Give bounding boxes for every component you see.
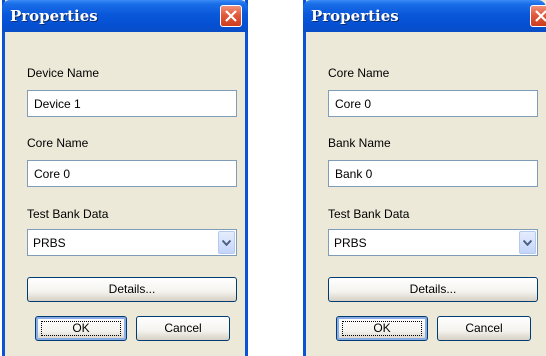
details-button[interactable]: Details... xyxy=(328,277,538,302)
title-bar[interactable]: Properties xyxy=(303,0,546,32)
core-name-label: Core Name xyxy=(27,136,89,150)
ok-button-label: OK xyxy=(72,321,90,335)
core-name-field[interactable] xyxy=(27,160,237,187)
details-button-label: Details... xyxy=(409,282,457,296)
test-bank-data-label: Test Bank Data xyxy=(27,207,109,221)
device-name-field[interactable] xyxy=(27,90,237,117)
properties-dialog-core: Properties Core Name Bank Name Test Bank… xyxy=(303,0,546,356)
bank-name-label: Bank Name xyxy=(328,136,391,150)
details-button[interactable]: Details... xyxy=(27,277,237,302)
test-bank-data-select[interactable]: PRBS xyxy=(328,229,538,256)
test-bank-data-select[interactable]: PRBS xyxy=(27,229,237,256)
cancel-button[interactable]: Cancel xyxy=(437,316,531,341)
device-name-input[interactable] xyxy=(28,91,236,116)
core-name-label: Core Name xyxy=(328,66,390,80)
ok-button[interactable]: OK xyxy=(336,316,428,341)
bank-name-input[interactable] xyxy=(329,161,537,186)
dropdown-button[interactable] xyxy=(519,231,536,254)
dialog-title: Properties xyxy=(311,7,399,25)
ok-button-label: OK xyxy=(373,321,391,335)
selected-value: PRBS xyxy=(334,236,367,250)
close-icon xyxy=(535,10,546,22)
chevron-down-icon xyxy=(523,240,532,246)
ok-button[interactable]: OK xyxy=(35,316,127,341)
dialog-title: Properties xyxy=(10,7,98,25)
core-name-input[interactable] xyxy=(28,161,236,186)
core-name-field[interactable] xyxy=(328,90,538,117)
title-bar[interactable]: Properties xyxy=(2,0,248,32)
core-name-input[interactable] xyxy=(329,91,537,116)
chevron-down-icon xyxy=(222,240,231,246)
properties-dialog-device: Properties Device Name Core Name Test Ba… xyxy=(2,0,248,356)
details-button-label: Details... xyxy=(108,282,156,296)
dropdown-button[interactable] xyxy=(218,231,235,254)
test-bank-data-label: Test Bank Data xyxy=(328,207,410,221)
selected-value: PRBS xyxy=(33,236,66,250)
close-button[interactable] xyxy=(220,5,242,27)
close-button[interactable] xyxy=(530,5,546,27)
cancel-button[interactable]: Cancel xyxy=(136,316,230,341)
cancel-button-label: Cancel xyxy=(164,321,202,335)
close-icon xyxy=(225,10,237,22)
bank-name-field[interactable] xyxy=(328,160,538,187)
device-name-label: Device Name xyxy=(27,66,100,80)
cancel-button-label: Cancel xyxy=(465,321,503,335)
